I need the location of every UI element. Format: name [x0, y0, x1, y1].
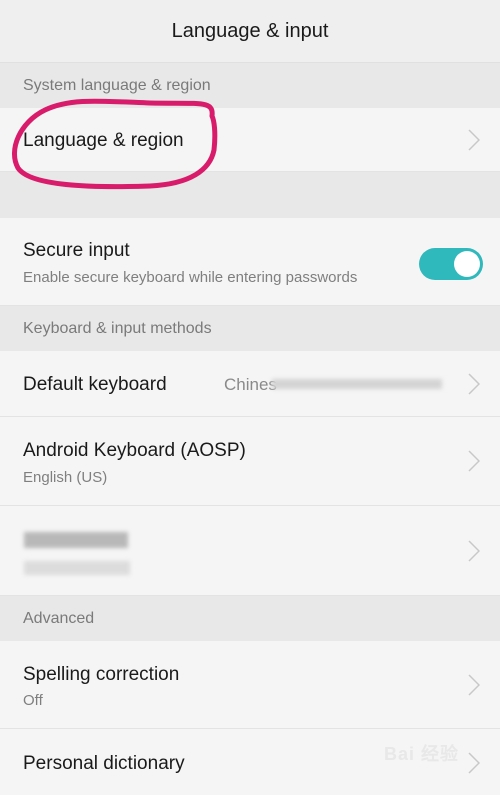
- row-subtitle: Enable secure keyboard while entering pa…: [23, 269, 358, 286]
- section-header-advanced: Advanced: [0, 596, 500, 641]
- language-region-row[interactable]: Language & region: [0, 108, 500, 172]
- secure-input-toggle[interactable]: [419, 248, 483, 280]
- redacted-subtitle: [24, 561, 130, 575]
- redacted-keyboard-row[interactable]: [0, 506, 500, 596]
- row-subtitle: English (US): [23, 469, 108, 486]
- section-header-keyboard: Keyboard & input methods: [0, 306, 500, 351]
- row-title: Android Keyboard (AOSP): [23, 440, 246, 461]
- section-spacer: [0, 172, 500, 218]
- chevron-right-icon: [468, 129, 480, 151]
- chevron-right-icon: [468, 674, 480, 696]
- secure-input-row[interactable]: Secure input Enable secure keyboard whil…: [0, 218, 500, 306]
- chevron-right-icon: [468, 450, 480, 472]
- section-header-system: System language & region: [0, 63, 500, 108]
- row-subtitle: Off: [23, 692, 43, 709]
- row-title: Secure input: [23, 240, 130, 261]
- chevron-right-icon: [468, 540, 480, 562]
- baidu-watermark: Bai 经验: [384, 744, 460, 764]
- default-keyboard-row[interactable]: Default keyboard Chines: [0, 351, 500, 417]
- row-title: Personal dictionary: [23, 753, 185, 774]
- chevron-right-icon: [468, 373, 480, 395]
- redacted-text: [272, 379, 442, 389]
- page-title: Language & input: [171, 19, 329, 42]
- app-header: Language & input: [0, 0, 500, 63]
- section-label: Advanced: [23, 609, 95, 627]
- section-label: Keyboard & input methods: [23, 319, 212, 337]
- spelling-correction-row[interactable]: Spelling correction Off: [0, 641, 500, 729]
- row-title: Default keyboard: [23, 374, 167, 395]
- android-keyboard-row[interactable]: Android Keyboard (AOSP) English (US): [0, 417, 500, 506]
- toggle-knob: [454, 251, 480, 277]
- default-keyboard-value: Chines: [224, 375, 277, 394]
- row-title: Spelling correction: [23, 664, 180, 685]
- row-title: Language & region: [23, 130, 184, 151]
- redacted-title: [24, 532, 128, 548]
- section-label: System language & region: [23, 76, 211, 94]
- chevron-right-icon: [468, 752, 480, 774]
